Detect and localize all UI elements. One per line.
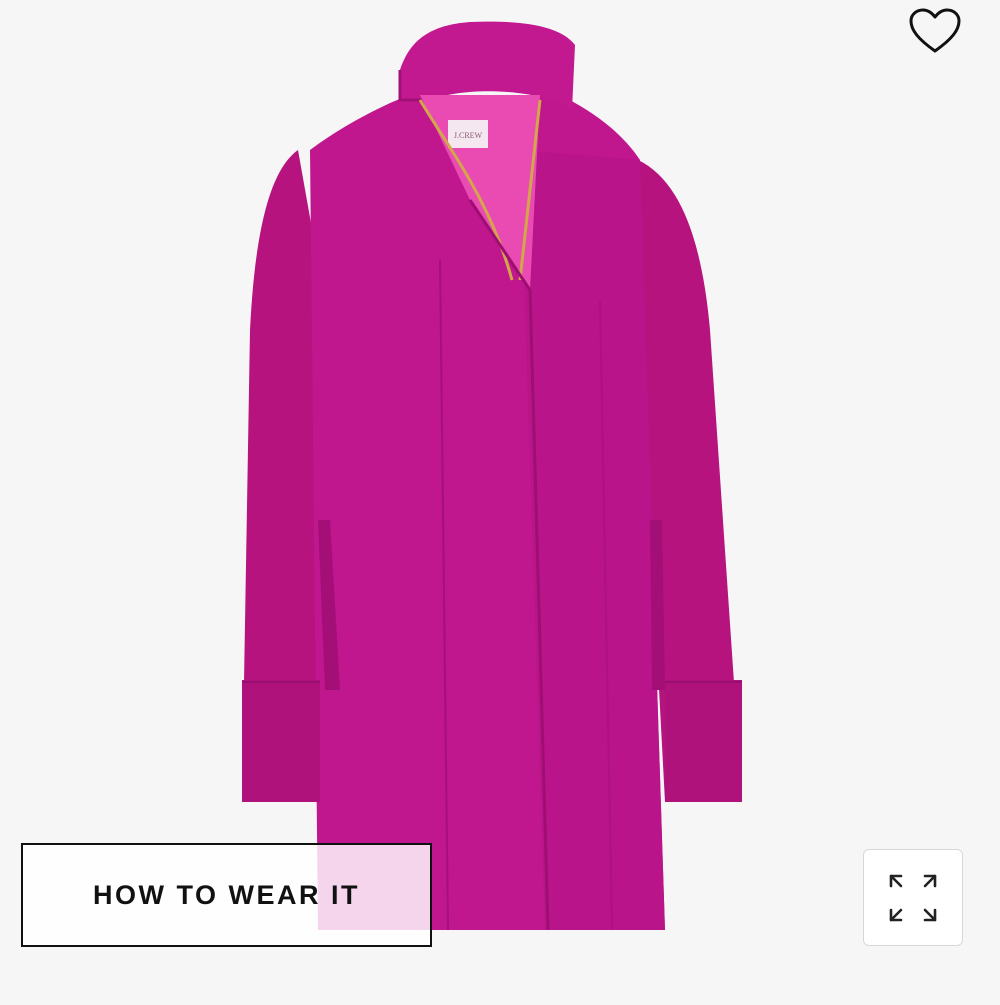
how-to-wear-button[interactable]: HOW TO WEAR IT	[21, 843, 432, 947]
heart-outline-icon	[909, 8, 961, 53]
expand-arrows-icon	[889, 874, 937, 921]
favorite-button[interactable]	[903, 2, 967, 60]
expand-image-button[interactable]	[863, 849, 963, 946]
how-to-wear-label: HOW TO WEAR IT	[93, 879, 360, 910]
brand-tag-text: J.CREW	[454, 131, 483, 140]
